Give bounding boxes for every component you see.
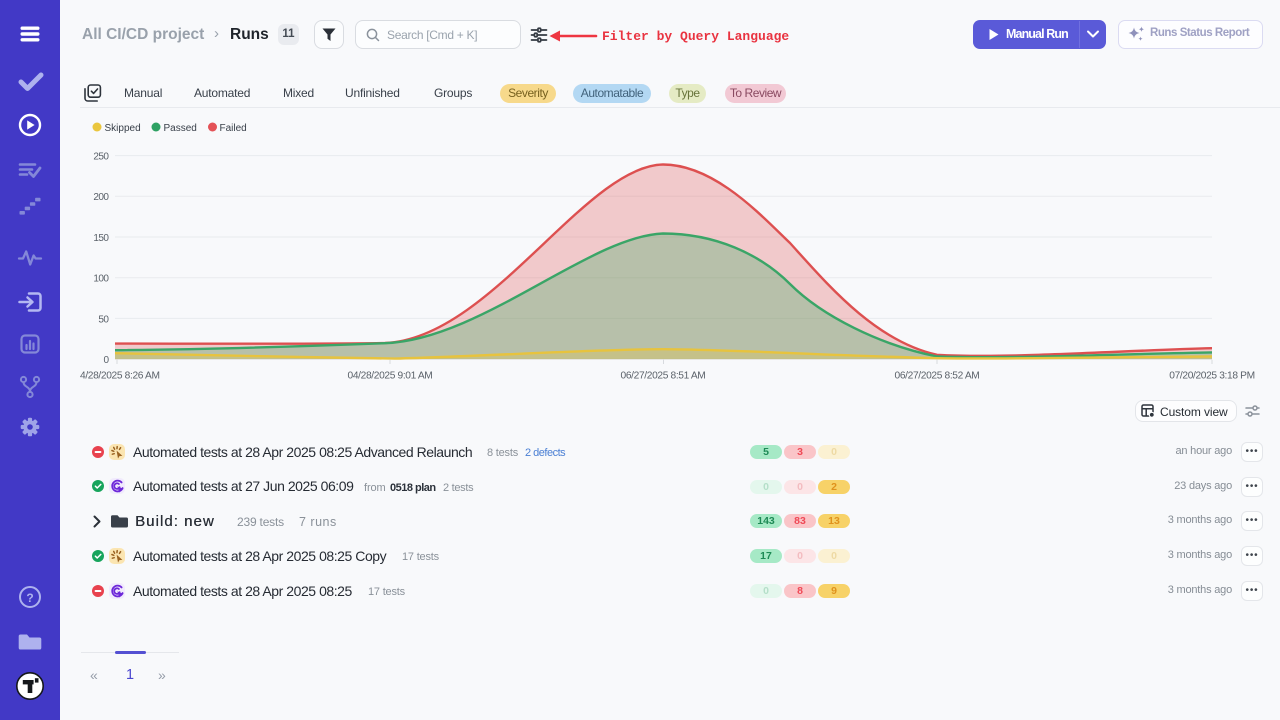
svg-text:50: 50	[98, 314, 109, 325]
svg-text:06/27/2025 8:51 AM: 06/27/2025 8:51 AM	[621, 371, 706, 382]
svg-text:200: 200	[93, 192, 109, 203]
svg-text:100: 100	[93, 274, 109, 285]
svg-text:Passed: Passed	[164, 123, 197, 134]
svg-text:06/27/2025 8:52 AM: 06/27/2025 8:52 AM	[895, 371, 980, 382]
svg-text:4/28/2025 8:26 AM: 4/28/2025 8:26 AM	[80, 371, 160, 382]
svg-text:07/20/2025 3:18 PM: 07/20/2025 3:18 PM	[1169, 371, 1254, 382]
svg-text:Skipped: Skipped	[105, 123, 141, 134]
svg-text:250: 250	[93, 152, 109, 163]
svg-text:0: 0	[103, 355, 109, 366]
svg-text:?: ?	[26, 591, 33, 605]
svg-text:04/28/2025 9:01 AM: 04/28/2025 9:01 AM	[348, 371, 433, 382]
svg-text:Failed: Failed	[220, 123, 247, 134]
svg-text:150: 150	[93, 233, 109, 244]
